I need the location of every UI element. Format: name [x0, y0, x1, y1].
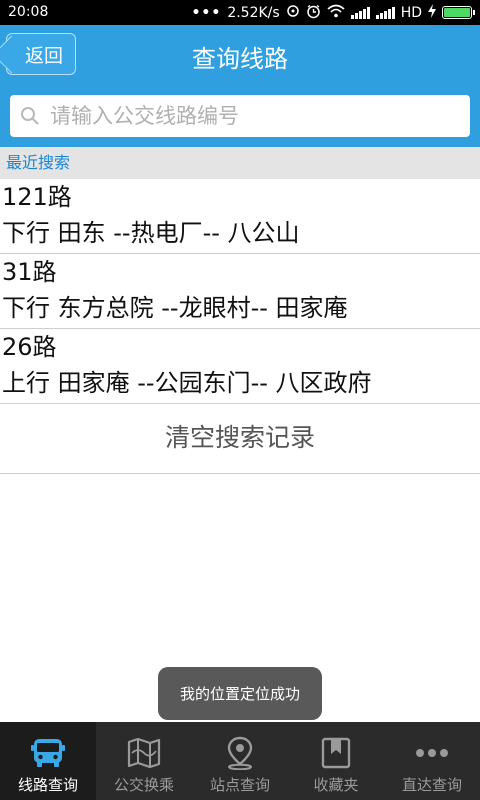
recent-search-list: 121路 下行 田东 --热电厂-- 八公山 31路 下行 东方总院 --龙眼村… [0, 179, 480, 474]
route-description: 下行 东方总院 --龙眼村-- 田家庵 [2, 294, 348, 322]
data-sync-icon [286, 4, 300, 21]
nav-label: 公交换乘 [113, 776, 174, 794]
bus-icon [31, 736, 65, 770]
list-item[interactable]: 26路 上行 田家庵 --公园东门-- 八区政府 [0, 329, 480, 404]
more-icon [414, 736, 450, 770]
nav-item-route-search[interactable]: 线路查询 [0, 722, 96, 800]
page-title: 查询线路 [192, 45, 288, 73]
wifi-icon [327, 4, 345, 21]
list-item[interactable]: 31路 下行 东方总院 --龙眼村-- 田家庵 [0, 254, 480, 329]
nav-label: 直达查询 [401, 776, 462, 794]
signal-bars-icon [350, 6, 370, 19]
nav-label: 站点查询 [209, 776, 270, 794]
network-type: HD [400, 4, 422, 21]
alarm-icon [306, 4, 321, 22]
battery-fill [444, 8, 470, 17]
route-name: 31路 [2, 258, 57, 286]
nav-label: 收藏夹 [313, 776, 359, 794]
route-description: 上行 田家庵 --公园东门-- 八区政府 [2, 369, 372, 397]
route-name: 121路 [2, 183, 72, 211]
status-icons: ••• 2.52K/s HD [191, 3, 475, 22]
nav-item-favorites[interactable]: 收藏夹 [288, 722, 384, 800]
location-pin-icon [225, 736, 255, 770]
nav-item-direct-search[interactable]: 直达查询 [384, 722, 480, 800]
bookmark-icon [321, 736, 351, 770]
nav-item-station-search[interactable]: 站点查询 [192, 722, 288, 800]
app-header: 返回 查询线路 [0, 25, 480, 85]
search-icon [10, 106, 50, 126]
battery-icon [442, 6, 475, 19]
toast-message: 我的位置定位成功 [158, 667, 322, 720]
recent-search-header: 最近搜索 [0, 147, 480, 179]
route-description: 下行 田东 --热电厂-- 八公山 [2, 219, 300, 247]
search-input[interactable] [50, 104, 450, 128]
route-name: 26路 [2, 333, 57, 361]
nav-label: 线路查询 [17, 776, 78, 794]
charging-icon [428, 4, 436, 21]
list-item[interactable]: 121路 下行 田东 --热电厂-- 八公山 [0, 179, 480, 254]
search-area [0, 85, 480, 147]
network-speed: 2.52K/s [227, 4, 280, 21]
notification-dots: ••• [191, 4, 222, 21]
search-box[interactable] [10, 95, 470, 137]
nav-item-transfer[interactable]: 公交换乘 [96, 722, 192, 800]
bottom-nav: 线路查询 公交换乘 站点查询 收藏夹 直达查询 [0, 722, 480, 800]
status-bar: 20:08 ••• 2.52K/s HD [0, 0, 480, 25]
status-time: 20:08 [8, 4, 49, 20]
map-icon [127, 736, 161, 770]
signal-bars-2-icon [375, 6, 395, 19]
clear-history-button[interactable]: 清空搜索记录 [0, 404, 480, 474]
